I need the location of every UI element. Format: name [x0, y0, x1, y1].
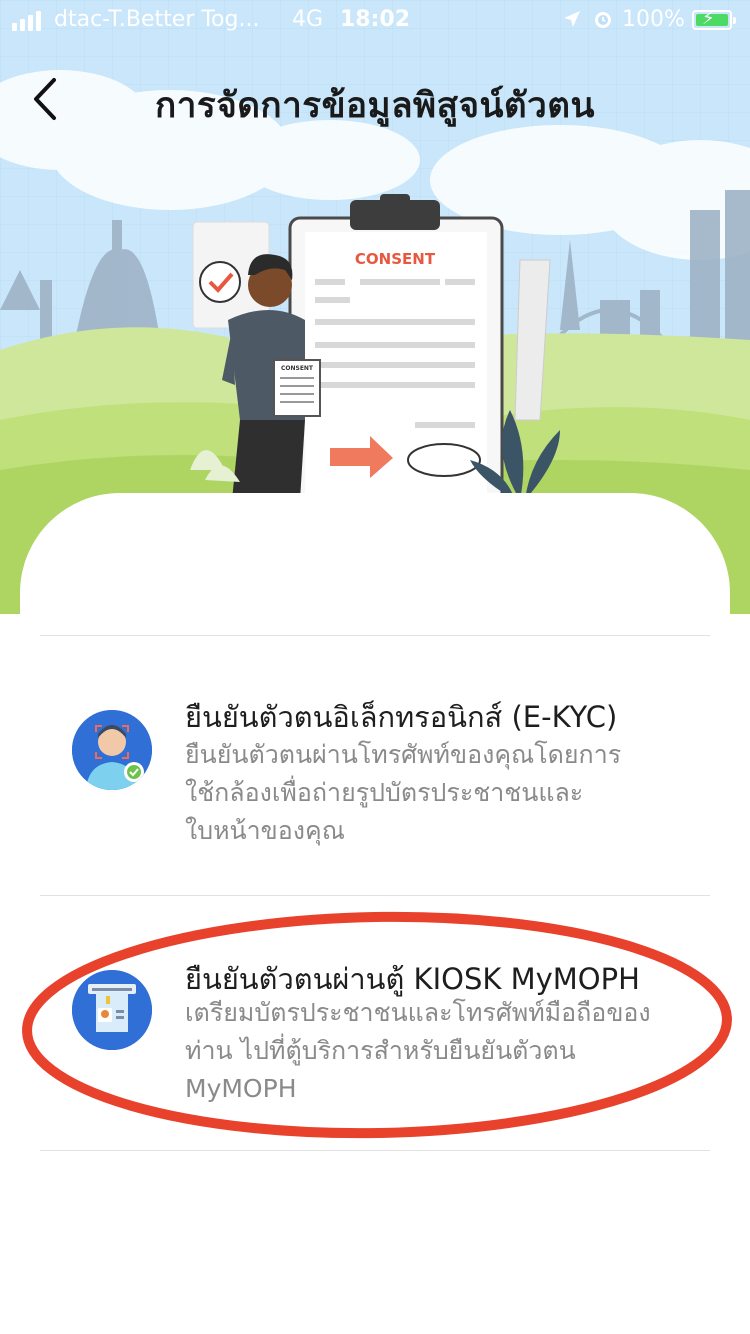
location-arrow-icon [562, 9, 582, 35]
description-line: ท่าน ไปที่ตู้บริการสำหรับยืนยันตัวตน [185, 1036, 576, 1065]
alarm-icon [592, 8, 614, 36]
option-kiosk[interactable]: ยืนยันตัวตนผ่านตู้ KIOSK MyMOPH เตรียมบั… [40, 940, 710, 1140]
consent-label: CONSENT [355, 250, 436, 268]
id-card-kiosk-icon [72, 970, 152, 1050]
battery-percent: 100% [622, 7, 685, 32]
description-line: เตรียมบัตรประชาชนและโทรศัพท์มือถือของ [185, 998, 651, 1027]
description-line: MyMOPH [185, 1074, 297, 1103]
option-description: ยืนยันตัวตนผ่านโทรศัพท์ของคุณโดยการ ใช้ก… [185, 736, 685, 850]
content-sheet-top [20, 493, 730, 693]
divider [40, 895, 710, 896]
description-line: ยืนยันตัวตนผ่านโทรศัพท์ของคุณโดยการ [185, 740, 622, 769]
face-scan-icon [72, 710, 152, 790]
nav-header: การจัดการข้อมูลพิสูจน์ตัวตน [0, 60, 750, 140]
page-title: การจัดการข้อมูลพิสูจน์ตัวตน [155, 86, 595, 126]
divider [40, 635, 710, 636]
option-ekyc[interactable]: ยืนยันตัวตนอิเล็กทรอนิกส์ (E-KYC) ยืนยัน… [40, 680, 710, 880]
divider [40, 1150, 710, 1151]
description-line: ใบหน้าของคุณ [185, 816, 345, 845]
battery-charging-icon: ⚡ [692, 8, 736, 30]
small-consent-label: CONSENT [281, 365, 314, 372]
option-title: ยืนยันตัวตนอิเล็กทรอนิกส์ (E-KYC) [185, 700, 618, 734]
description-line: ใช้กล้องเพื่อถ่ายรูปบัตรประชาชนและ [185, 778, 584, 807]
option-description: เตรียมบัตรประชาชนและโทรศัพท์มือถือของ ท่… [185, 994, 685, 1108]
status-bar: dtac-T.Better Tog... 4G 18:02 100% ⚡ [0, 0, 750, 40]
